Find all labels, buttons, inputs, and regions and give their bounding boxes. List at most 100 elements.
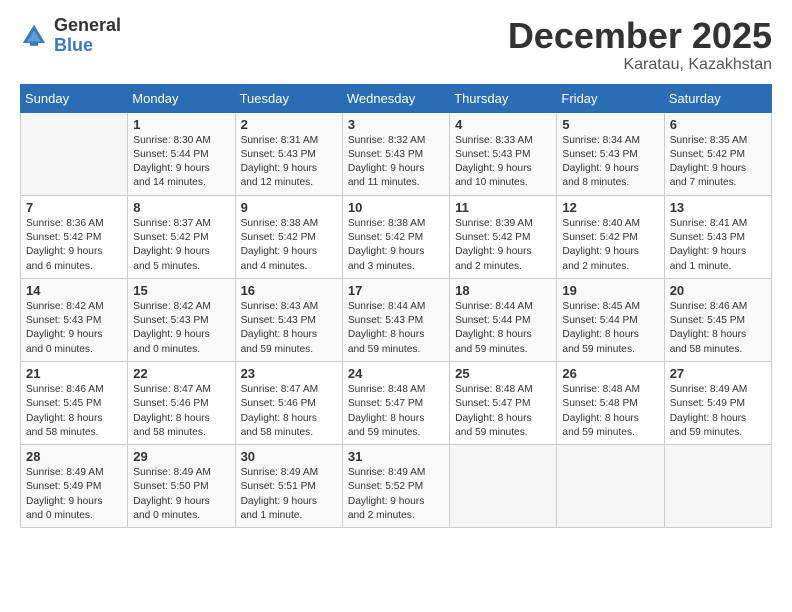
calendar-cell: 30 Sunrise: 8:49 AMSunset: 5:51 PMDayligh…: [235, 445, 342, 528]
day-info: Sunrise: 8:30 AMSunset: 5:44 PMDaylight:…: [133, 134, 229, 191]
day-info: Sunrise: 8:32 AMSunset: 5:43 PMDaylight:…: [348, 134, 444, 191]
day-number: 31: [348, 449, 444, 464]
calendar-cell: 6 Sunrise: 8:35 AMSunset: 5:42 PMDaylight…: [664, 112, 771, 195]
logo-blue: Blue: [54, 36, 121, 56]
calendar-week-4: 21Sunrise: 8:46 AMSunset: 5:45 PMDayligh…: [21, 361, 772, 444]
day-info: Sunrise: 8:43 AMSunset: 5:43 PMDaylight:…: [241, 300, 337, 357]
day-info: Sunrise: 8:49 AMSunset: 5:51 PMDaylight:…: [241, 466, 337, 523]
day-number: 15: [133, 283, 229, 298]
calendar-week-3: 14 Sunrise: 8:42 AMSunset: 5:43 PMDayligh…: [21, 278, 772, 361]
day-number: 3: [348, 117, 444, 132]
header-row: Sunday Monday Tuesday Wednesday Thursday…: [21, 84, 772, 112]
calendar-cell: 10 Sunrise: 8:38 AMSunset: 5:42 PMDayligh…: [342, 195, 449, 278]
calendar-header: Sunday Monday Tuesday Wednesday Thursday…: [21, 84, 772, 112]
calendar-cell: 26Sunrise: 8:48 AMSunset: 5:48 PMDayligh…: [557, 361, 664, 444]
day-info: Sunrise: 8:44 AMSunset: 5:44 PMDaylight:…: [455, 300, 551, 357]
col-friday: Friday: [557, 84, 664, 112]
day-info: Sunrise: 8:39 AMSunset: 5:42 PMDaylight:…: [455, 217, 551, 274]
col-tuesday: Tuesday: [235, 84, 342, 112]
day-info: Sunrise: 8:49 AMSunset: 5:52 PMDaylight:…: [348, 466, 444, 523]
day-number: 8: [133, 200, 229, 215]
day-number: 23: [241, 366, 337, 381]
day-number: 18: [455, 283, 551, 298]
day-number: 13: [670, 200, 766, 215]
day-number: 11: [455, 200, 551, 215]
day-number: 29: [133, 449, 229, 464]
calendar-cell: 19Sunrise: 8:45 AMSunset: 5:44 PMDayligh…: [557, 278, 664, 361]
day-info: Sunrise: 8:36 AMSunset: 5:42 PMDaylight:…: [26, 217, 122, 274]
calendar-cell: 9Sunrise: 8:38 AMSunset: 5:42 PMDaylight…: [235, 195, 342, 278]
day-info: Sunrise: 8:48 AMSunset: 5:47 PMDaylight:…: [455, 383, 551, 440]
day-number: 5: [562, 117, 658, 132]
logo-icon: [20, 22, 48, 50]
calendar-cell: 2 Sunrise: 8:31 AMSunset: 5:43 PMDaylight…: [235, 112, 342, 195]
calendar-cell: 22 Sunrise: 8:47 AMSunset: 5:46 PMDayligh…: [128, 361, 235, 444]
calendar-cell: 16 Sunrise: 8:43 AMSunset: 5:43 PMDayligh…: [235, 278, 342, 361]
logo-general: General: [54, 16, 121, 36]
day-info: Sunrise: 8:47 AMSunset: 5:46 PMDaylight:…: [133, 383, 229, 440]
day-number: 6: [670, 117, 766, 132]
day-number: 14: [26, 283, 122, 298]
calendar-cell: [450, 445, 557, 528]
calendar-cell: 24 Sunrise: 8:48 AMSunset: 5:47 PMDayligh…: [342, 361, 449, 444]
calendar-cell: 7 Sunrise: 8:36 AMSunset: 5:42 PMDaylight…: [21, 195, 128, 278]
day-info: Sunrise: 8:38 AMSunset: 5:42 PMDaylight:…: [241, 217, 337, 274]
day-info: Sunrise: 8:49 AMSunset: 5:49 PMDaylight:…: [670, 383, 766, 440]
day-info: Sunrise: 8:35 AMSunset: 5:42 PMDaylight:…: [670, 134, 766, 191]
day-number: 21: [26, 366, 122, 381]
calendar-cell: 21Sunrise: 8:46 AMSunset: 5:45 PMDayligh…: [21, 361, 128, 444]
day-info: Sunrise: 8:31 AMSunset: 5:43 PMDaylight:…: [241, 134, 337, 191]
col-thursday: Thursday: [450, 84, 557, 112]
day-info: Sunrise: 8:44 AMSunset: 5:43 PMDaylight:…: [348, 300, 444, 357]
day-number: 30: [241, 449, 337, 464]
day-info: Sunrise: 8:37 AMSunset: 5:42 PMDaylight:…: [133, 217, 229, 274]
day-info: Sunrise: 8:34 AMSunset: 5:43 PMDaylight:…: [562, 134, 658, 191]
logo-text: General Blue: [54, 16, 121, 56]
day-number: 7: [26, 200, 122, 215]
day-info: Sunrise: 8:38 AMSunset: 5:42 PMDaylight:…: [348, 217, 444, 274]
day-info: Sunrise: 8:45 AMSunset: 5:44 PMDaylight:…: [562, 300, 658, 357]
month-title: December 2025: [508, 16, 772, 56]
day-number: 16: [241, 283, 337, 298]
calendar-cell: [664, 445, 771, 528]
day-number: 25: [455, 366, 551, 381]
calendar-week-2: 7 Sunrise: 8:36 AMSunset: 5:42 PMDaylight…: [21, 195, 772, 278]
calendar-cell: [21, 112, 128, 195]
day-info: Sunrise: 8:42 AMSunset: 5:43 PMDaylight:…: [26, 300, 122, 357]
day-number: 10: [348, 200, 444, 215]
calendar-cell: 5 Sunrise: 8:34 AMSunset: 5:43 PMDaylight…: [557, 112, 664, 195]
day-number: 4: [455, 117, 551, 132]
location: Karatau, Kazakhstan: [508, 56, 772, 74]
logo: General Blue: [20, 16, 121, 56]
calendar-week-5: 28Sunrise: 8:49 AMSunset: 5:49 PMDayligh…: [21, 445, 772, 528]
calendar-cell: 20Sunrise: 8:46 AMSunset: 5:45 PMDayligh…: [664, 278, 771, 361]
day-number: 1: [133, 117, 229, 132]
col-monday: Monday: [128, 84, 235, 112]
day-info: Sunrise: 8:48 AMSunset: 5:48 PMDaylight:…: [562, 383, 658, 440]
day-info: Sunrise: 8:40 AMSunset: 5:42 PMDaylight:…: [562, 217, 658, 274]
calendar-cell: 29 Sunrise: 8:49 AMSunset: 5:50 PMDayligh…: [128, 445, 235, 528]
day-info: Sunrise: 8:47 AMSunset: 5:46 PMDaylight:…: [241, 383, 337, 440]
day-number: 22: [133, 366, 229, 381]
calendar-cell: 31 Sunrise: 8:49 AMSunset: 5:52 PMDayligh…: [342, 445, 449, 528]
header: General Blue December 2025 Karatau, Kaza…: [20, 16, 772, 74]
day-number: 20: [670, 283, 766, 298]
day-number: 28: [26, 449, 122, 464]
day-info: Sunrise: 8:33 AMSunset: 5:43 PMDaylight:…: [455, 134, 551, 191]
calendar-body: 1 Sunrise: 8:30 AMSunset: 5:44 PMDaylight…: [21, 112, 772, 528]
day-info: Sunrise: 8:49 AMSunset: 5:50 PMDaylight:…: [133, 466, 229, 523]
calendar-cell: 28Sunrise: 8:49 AMSunset: 5:49 PMDayligh…: [21, 445, 128, 528]
day-number: 24: [348, 366, 444, 381]
calendar-cell: 25 Sunrise: 8:48 AMSunset: 5:47 PMDayligh…: [450, 361, 557, 444]
col-saturday: Saturday: [664, 84, 771, 112]
day-info: Sunrise: 8:48 AMSunset: 5:47 PMDaylight:…: [348, 383, 444, 440]
calendar-cell: 27Sunrise: 8:49 AMSunset: 5:49 PMDayligh…: [664, 361, 771, 444]
page-container: General Blue December 2025 Karatau, Kaza…: [0, 0, 792, 538]
calendar-cell: 15Sunrise: 8:42 AMSunset: 5:43 PMDayligh…: [128, 278, 235, 361]
day-info: Sunrise: 8:41 AMSunset: 5:43 PMDaylight:…: [670, 217, 766, 274]
calendar-cell: 1 Sunrise: 8:30 AMSunset: 5:44 PMDaylight…: [128, 112, 235, 195]
day-number: 17: [348, 283, 444, 298]
day-number: 2: [241, 117, 337, 132]
calendar-cell: 11 Sunrise: 8:39 AMSunset: 5:42 PMDayligh…: [450, 195, 557, 278]
col-wednesday: Wednesday: [342, 84, 449, 112]
